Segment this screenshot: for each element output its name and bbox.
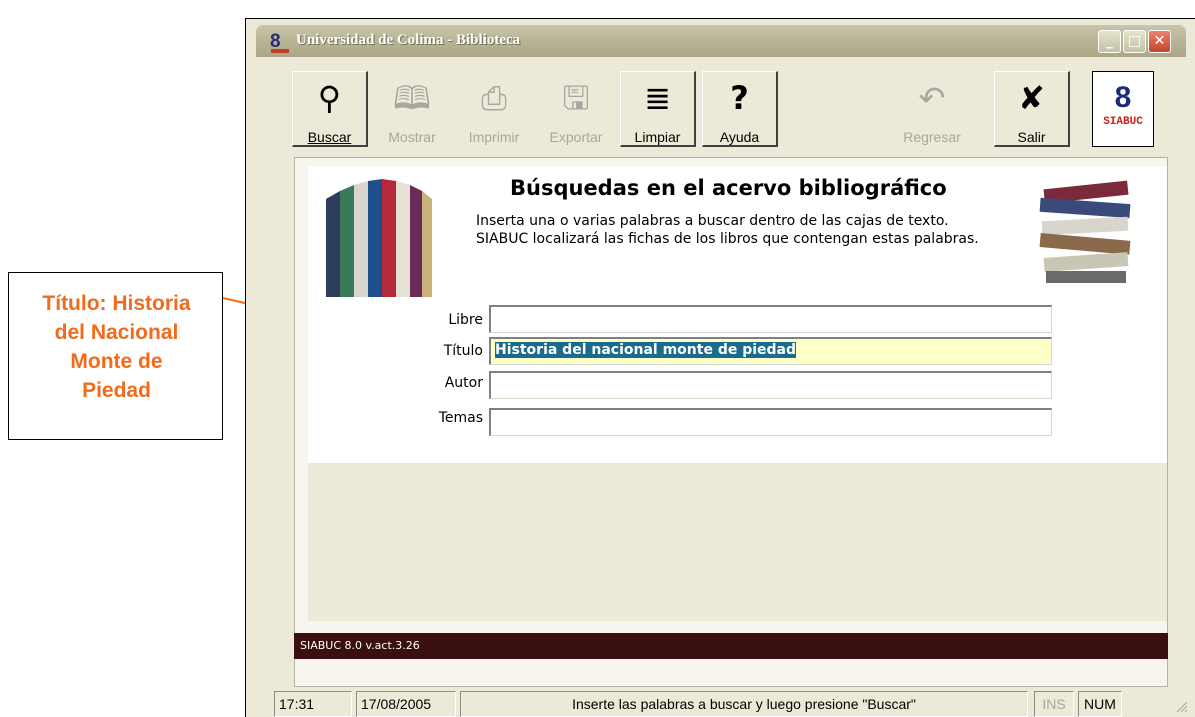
magnifier-icon: ⚲ [317, 79, 342, 117]
status-date: 17/08/2005 [356, 691, 456, 717]
maximize-button[interactable]: □ [1123, 30, 1146, 53]
status-message: Inserte las palabras a buscar y luego pr… [460, 691, 1028, 717]
panel-empty-area [308, 463, 1167, 621]
export-button[interactable]: 🖫 Exportar [538, 71, 614, 147]
help-button[interactable]: ? Ayuda [702, 71, 778, 147]
autor-input[interactable] [489, 371, 1052, 399]
back-icon: ↶ [918, 79, 946, 117]
minimize-button[interactable]: _ [1098, 30, 1121, 53]
floppy-icon: 🖫 [562, 79, 590, 117]
titulo-input[interactable]: Historia del nacional monte de piedad [489, 337, 1052, 365]
print-button[interactable]: ⎙ Imprimir [456, 71, 532, 147]
status-num: NUM [1078, 691, 1122, 717]
panel-title: Búsquedas en el acervo bibliográfico [510, 176, 947, 200]
exit-button[interactable]: ✘ Salir [994, 71, 1070, 147]
show-button[interactable]: 🕮 Mostrar [374, 71, 450, 147]
libre-label: Libre [448, 312, 483, 328]
callout-text: Título: Historia del Nacional Monte de P… [42, 292, 191, 402]
app-window: 8 Universidad de Colima - Biblioteca _ □… [245, 18, 1195, 717]
status-time: 17:31 [274, 691, 352, 717]
titulo-label: Título [443, 343, 483, 359]
libre-input[interactable] [489, 305, 1052, 333]
siabuc-app-icon: 8 [270, 31, 292, 53]
exit-icon: ✘ [1018, 79, 1045, 117]
title-bar[interactable]: 8 Universidad de Colima - Biblioteca _ □… [256, 25, 1186, 57]
siabuc-logo: 8 SIABUC [1092, 71, 1154, 147]
panel-description: Inserta una o varias palabras a buscar d… [476, 213, 979, 247]
version-footer: SIABUC 8.0 v.act.3.26 [294, 633, 1168, 659]
printer-icon: ⎙ [481, 79, 507, 117]
clear-button[interactable]: ≣ Limpiar [620, 71, 696, 147]
temas-input[interactable] [489, 408, 1052, 436]
resize-grip[interactable] [1174, 699, 1188, 713]
books-illustration [326, 179, 432, 297]
window-title: Universidad de Colima - Biblioteca [296, 32, 521, 48]
status-ins: INS [1034, 691, 1074, 717]
help-icon: ? [730, 79, 749, 117]
annotation-callout: Título: Historia del Nacional Monte de P… [8, 272, 223, 440]
close-button[interactable]: ✕ [1148, 30, 1171, 53]
books-icon: 🕮 [393, 79, 431, 117]
book-stack-illustration [1039, 180, 1131, 283]
clear-icon: ≣ [644, 79, 671, 117]
back-button[interactable]: ↶ Regresar [894, 71, 970, 147]
titulo-selected-text: Historia del nacional monte de piedad [495, 342, 797, 358]
temas-label: Temas [438, 410, 483, 426]
autor-label: Autor [444, 375, 483, 391]
search-button[interactable]: ⚲ Buscar [292, 71, 368, 147]
